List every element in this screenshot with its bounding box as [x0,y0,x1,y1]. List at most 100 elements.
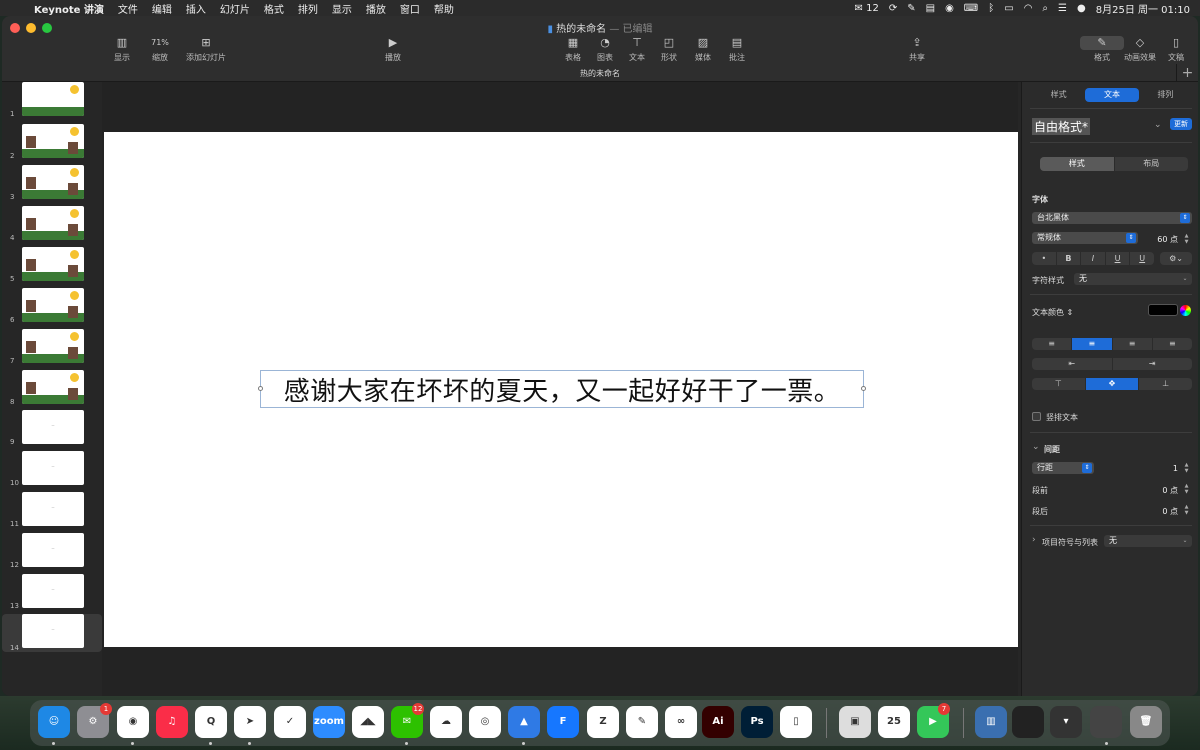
slide-thumbnail[interactable]: — [22,492,84,526]
dock-keynote-icon[interactable]: ▲ [508,706,540,738]
slide-thumbnail[interactable] [22,288,84,322]
align-bottom-button[interactable]: ⊥ [1139,378,1192,390]
dock-feishu-docs-icon[interactable]: F [547,706,579,738]
chevron-down-icon[interactable]: ⌄ [1154,120,1162,130]
text-color-well[interactable] [1148,304,1178,316]
dock-trash-icon[interactable]: 🗑 [1130,706,1162,738]
dock-tencent-meeting-icon[interactable]: ◢◣ [352,706,384,738]
share-button[interactable]: ⇪ 共享 [895,36,939,63]
keyboard-status-icon[interactable]: ⌨ [964,3,978,14]
play-button[interactable]: ▶ 播放 [371,36,415,63]
menu-view[interactable]: 显示 [332,1,352,16]
align-top-button[interactable]: ⊤ [1032,378,1086,390]
dock-creative-cloud-icon[interactable]: ∞ [665,706,697,738]
text-options-button[interactable]: ⚙⌄ [1160,252,1192,265]
dock-music-icon[interactable]: ♫ [156,706,188,738]
font-size-field[interactable]: 60 点 [1146,234,1178,245]
increase-indent-button[interactable]: ⇥ [1113,358,1193,370]
slide-thumbnail[interactable] [22,370,84,404]
slide-thumbnail-row[interactable]: 8 [2,370,102,406]
add-tab-icon[interactable]: + [1176,64,1198,82]
menu-edit[interactable]: 编辑 [152,1,172,16]
dock-iphone-mirroring-icon[interactable]: ▯ [780,706,812,738]
dock-lark-icon[interactable]: ✓ [274,706,306,738]
wechat-status-icon[interactable]: ✉ 12 [855,3,879,14]
dock-chrome-icon[interactable]: ◉ [117,706,149,738]
dock-pen-icon[interactable]: ✎ [626,706,658,738]
dock-feishu-icon[interactable]: ➤ [234,706,266,738]
dock-zotero-icon[interactable]: Z [587,706,619,738]
tab-style[interactable]: 样式 [1032,88,1085,102]
align-center-button[interactable]: ≡ [1072,338,1113,350]
tab-arrange[interactable]: 排列 [1139,88,1192,102]
clock[interactable]: 8月25日 周一 01:10 [1096,1,1190,16]
drive-status-icon[interactable]: ▤ [926,3,935,14]
char-style-select[interactable]: 无 ⌄ [1074,273,1192,285]
menu-file[interactable]: 文件 [118,1,138,16]
before-paragraph-field[interactable]: 0 点 [1146,485,1178,496]
tab-text-layout[interactable]: 布局 [1115,157,1189,171]
slide-thumbnail-row[interactable]: 10 — [2,451,102,487]
menu-play[interactable]: 播放 [366,1,386,16]
align-middle-button[interactable]: ✥ [1085,378,1140,390]
dock-qq-icon[interactable]: Q [195,706,227,738]
wifi-icon[interactable]: ◠ [1024,3,1033,14]
font-size-stepper[interactable]: ▲ ▼ [1183,233,1190,245]
slide-thumbnail[interactable] [22,82,84,116]
dock-zoom-icon[interactable]: zoom [313,706,345,738]
dock-photoshop-icon[interactable]: Ps [741,706,773,738]
underline-button[interactable]: U [1106,252,1131,265]
chevron-down-icon[interactable]: ⌄ [1032,442,1040,452]
tab-text-style[interactable]: 样式 [1040,157,1115,171]
align-right-button[interactable]: ≡ [1113,338,1153,350]
bluetooth-icon[interactable]: ᛒ [988,3,994,14]
zoom-button[interactable]: 71% 缩放 [138,36,182,63]
align-justify-button[interactable]: ≡ [1153,338,1192,350]
dock-baidu-netdisk-icon[interactable]: ☁ [430,706,462,738]
dock-minimized-window-1[interactable] [1012,706,1044,738]
resize-handle-left[interactable] [258,386,263,391]
chevron-right-icon[interactable]: › [1032,535,1036,545]
record-status-icon[interactable]: ◉ [945,3,954,14]
resize-handle-right[interactable] [861,386,866,391]
tab-text[interactable]: 文本 [1085,88,1139,102]
slide-text[interactable]: 感谢大家在坏坏的夏天，又一起好好干了一票。 [284,371,841,408]
sync-status-icon[interactable]: ⟳ [889,3,897,14]
slide-thumbnail[interactable]: — [22,533,84,567]
slide-thumbnail-row[interactable]: 1 [2,82,102,118]
paragraph-style-name[interactable]: 自由格式* [1032,118,1091,135]
color-wheel-icon[interactable] [1180,305,1191,316]
dock-downloads-icon[interactable]: ▥ [975,706,1007,738]
menu-arrange[interactable]: 排列 [298,1,318,16]
update-style-button[interactable]: 更新 [1170,118,1192,130]
dock-preview-icon[interactable]: ▣ [839,706,871,738]
slide-thumbnail-row[interactable]: 3 [2,165,102,201]
font-options-button[interactable]: • [1032,252,1057,265]
decrease-indent-button[interactable]: ⇤ [1032,358,1113,370]
after-paragraph-stepper[interactable]: ▲ ▼ [1183,504,1190,516]
comment-button[interactable]: ▤ 批注 [715,36,759,63]
menu-insert[interactable]: 插入 [186,1,206,16]
slide-thumbnail-row[interactable]: 5 [2,247,102,283]
document-name[interactable]: 热的未命名 [556,24,606,35]
pen-status-icon[interactable]: ✎ [907,3,915,14]
slide-thumbnail-row[interactable]: 11 — [2,492,102,528]
dock-illustrator-icon[interactable]: Ai [702,706,734,738]
siri-icon[interactable]: ● [1077,3,1086,14]
slide-thumbnail-row[interactable]: 7 [2,329,102,365]
slide-thumbnail-row[interactable]: 13 — [2,574,102,610]
slide-thumbnail[interactable] [22,206,84,240]
slide-thumbnail[interactable] [22,165,84,199]
slide-thumbnail-row[interactable]: 14 — [2,614,102,652]
dock-calendar-icon[interactable]: 25 [878,706,910,738]
slide-thumbnail[interactable]: — [22,410,84,444]
menu-window[interactable]: 窗口 [400,1,420,16]
bullets-select[interactable]: 无 ⌄ [1104,535,1192,547]
search-icon[interactable]: ⌕ [1042,3,1048,14]
font-family-select[interactable]: 台北黑体 ⇕ [1032,212,1192,224]
slide-thumbnail-row[interactable]: 12 — [2,533,102,569]
slide-thumbnail-row[interactable]: 9— [2,410,102,446]
slide-thumbnail-row[interactable]: 2 [2,124,102,160]
bold-button[interactable]: B [1057,252,1082,265]
slide-text-box[interactable]: 感谢大家在坏坏的夏天，又一起好好干了一票。 [258,370,866,408]
